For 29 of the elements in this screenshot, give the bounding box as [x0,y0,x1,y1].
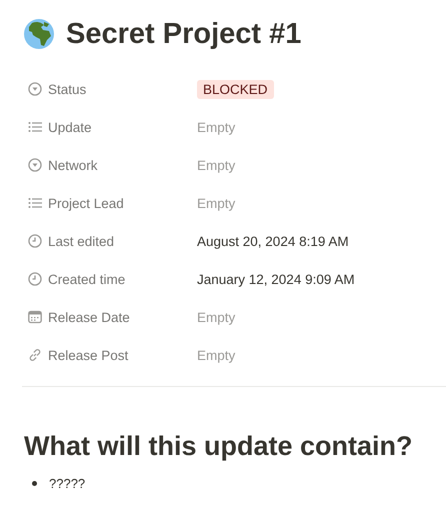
list-icon [28,120,42,134]
clock-icon [28,272,42,286]
bullet-icon [32,481,37,486]
property-label[interactable]: Last edited [48,234,114,248]
clock-icon [28,234,42,248]
dropdown-icon [28,82,42,96]
property-label[interactable]: Status [48,82,86,96]
property-label[interactable]: Update [48,120,92,134]
calendar-icon [28,310,42,324]
link-icon [28,348,42,362]
globe-icon [24,19,54,49]
property-value[interactable]: Empty [197,158,236,172]
property-value[interactable]: January 12, 2024 9:09 AM [197,272,355,286]
status-tag[interactable]: BLOCKED [197,80,274,98]
property-value[interactable]: Empty [197,196,236,210]
list-icon [28,196,42,210]
property-value[interactable]: Empty [197,120,236,134]
property-label[interactable]: Release Date [48,310,130,324]
property-label[interactable]: Created time [48,272,126,286]
property-value[interactable]: Empty [197,310,236,324]
property-label[interactable]: Network [48,158,98,172]
property-value[interactable]: August 20, 2024 8:19 AM [197,234,349,248]
property-label[interactable]: Release Post [48,348,128,362]
section-heading: What will this update contain? [24,431,414,462]
dropdown-icon [28,158,42,172]
property-label[interactable]: Project Lead [48,196,124,210]
bullet-text: ????? [49,476,86,491]
property-value[interactable]: Empty [197,348,236,362]
page-title: Secret Project #1 [66,18,302,50]
